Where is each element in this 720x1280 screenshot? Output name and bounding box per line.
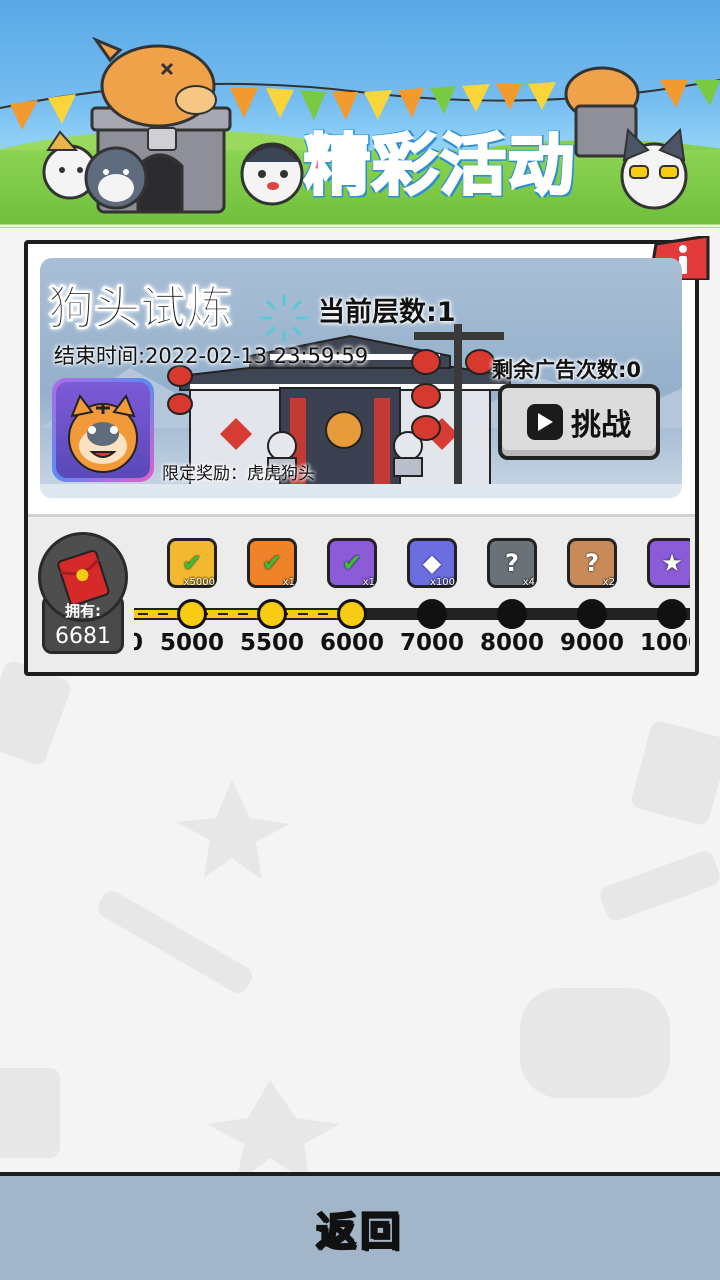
reward-item-quantity: x4 bbox=[522, 577, 535, 588]
milestone-threshold-label: 1000 bbox=[639, 630, 690, 656]
reward-item-glyph: ? bbox=[505, 549, 519, 577]
reward-item-quantity: x1 bbox=[282, 577, 295, 588]
banner-title: 精彩活动 bbox=[303, 112, 624, 206]
back-button[interactable]: 返回 bbox=[300, 1196, 420, 1260]
reward-item-check-ticket-purple-icon[interactable]: ✔ x1 bbox=[327, 538, 377, 588]
limited-reward-label: 限定奖励：虎虎狗头 bbox=[162, 464, 315, 484]
milestone-threshold-label: 5000 bbox=[159, 630, 224, 656]
reward-item-mystery-card-brown-icon[interactable]: ? x2 bbox=[567, 538, 617, 588]
milestone-threshold-label: 6000 bbox=[319, 630, 384, 656]
reward-item-glyph: ✔ bbox=[261, 549, 283, 577]
milestone-threshold-label: 9000 bbox=[559, 630, 624, 656]
milestone-threshold-label: 7000 bbox=[399, 630, 464, 656]
ads-remaining-label: 剩余广告次数:0 bbox=[492, 358, 642, 382]
reward-item-glyph: ◆ bbox=[422, 549, 442, 577]
milestone-node bbox=[177, 599, 207, 629]
play-video-icon bbox=[527, 404, 563, 440]
reward-item-mystery-card-gray-icon[interactable]: ? x4 bbox=[487, 538, 537, 588]
milestone-threshold-label: 5500 bbox=[239, 630, 304, 656]
currency-owned-label: 拥有: bbox=[65, 602, 101, 620]
milestone-threshold-label: 8000 bbox=[479, 630, 544, 656]
challenge-button[interactable]: 挑战 bbox=[498, 384, 660, 460]
milestone-node bbox=[497, 599, 527, 629]
partial-threshold-label: 0 bbox=[134, 630, 143, 656]
tiger-dog-avatar-icon bbox=[68, 393, 138, 473]
current-floor-label: 当前层数:1 bbox=[318, 297, 456, 328]
milestone-node bbox=[577, 599, 607, 629]
reward-item-check-coin-icon[interactable]: ✔ x5000 bbox=[167, 538, 217, 588]
reward-rail[interactable]: 0 ✔ x5000 5000 ✔ x1 5500 ✔ x1 6000 ◆ x100 7000? x4 80… bbox=[134, 530, 690, 670]
reward-item-gold-badge-icon[interactable]: ★x bbox=[647, 538, 690, 588]
reward-item-quantity: x5000 bbox=[183, 577, 215, 588]
banner-title-text: 精彩活动 bbox=[303, 126, 576, 206]
milestone-node bbox=[257, 599, 287, 629]
reward-item-diamond-icon[interactable]: ◆ x100 bbox=[407, 538, 457, 588]
milestone-node bbox=[417, 599, 447, 629]
reward-item-quantity: x100 bbox=[429, 577, 455, 588]
reward-item-quantity: x1 bbox=[362, 577, 375, 588]
event-banner: 精彩活动 bbox=[0, 0, 720, 228]
event-title: 狗头试炼 bbox=[48, 281, 233, 336]
reward-item-glyph: ✔ bbox=[181, 549, 203, 577]
reward-item-glyph: ★ bbox=[661, 549, 683, 577]
currency-owned-value: 6681 bbox=[55, 624, 111, 649]
reward-item-glyph: ✔ bbox=[341, 549, 363, 577]
reward-item-quantity: x bbox=[689, 577, 690, 588]
reward-item-glyph: ? bbox=[585, 549, 599, 577]
limited-reward-avatar[interactable] bbox=[52, 378, 154, 482]
back-button-label: 返回 bbox=[315, 1208, 404, 1256]
reward-item-check-ticket-orange-icon[interactable]: ✔ x1 bbox=[247, 538, 297, 588]
challenge-button-label: 挑战 bbox=[571, 408, 631, 443]
end-time-label: 结束时间:2022-02-13 23:59:59 bbox=[54, 344, 369, 368]
milestone-node bbox=[657, 599, 687, 629]
milestone-node bbox=[337, 599, 367, 629]
reward-item-quantity: x2 bbox=[602, 577, 615, 588]
